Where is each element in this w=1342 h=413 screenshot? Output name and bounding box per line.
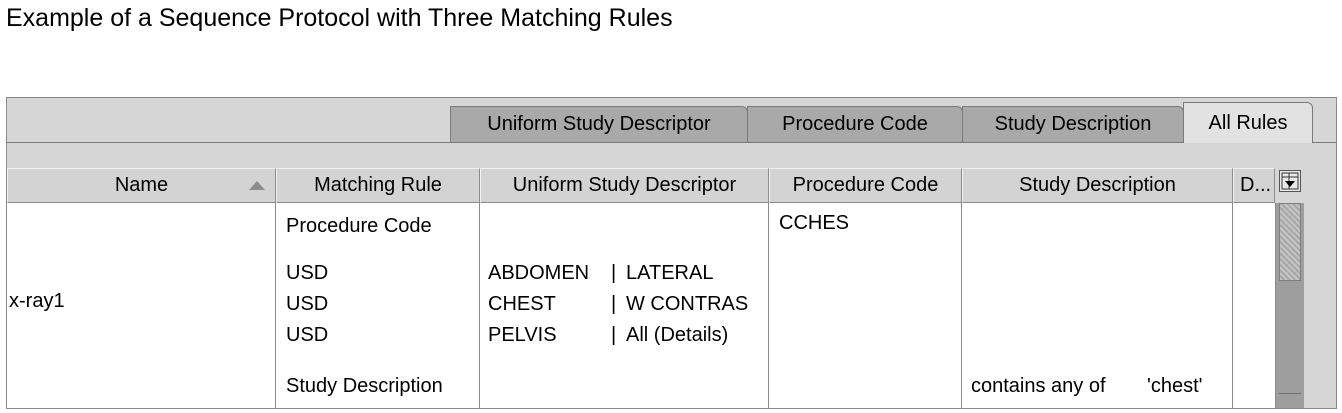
tab-label: All Rules bbox=[1208, 111, 1288, 134]
usd-body-part: PELVIS bbox=[488, 324, 557, 346]
column-header-label: Study Description bbox=[1019, 174, 1176, 196]
procedure-code-value: CCHES bbox=[779, 212, 850, 234]
column-header-matching-rule[interactable]: Matching Rule bbox=[276, 168, 480, 203]
column-header-name[interactable]: Name bbox=[7, 168, 276, 203]
tab-study-description[interactable]: Study Description bbox=[962, 106, 1184, 142]
rule-usd: USD bbox=[286, 324, 329, 346]
tab-strip: Uniform Study Descriptor Procedure Code … bbox=[7, 98, 1336, 148]
usd-body-part: ABDOMEN bbox=[488, 262, 590, 284]
caption: Example of a Sequence Protocol with Thre… bbox=[6, 4, 673, 32]
vertical-scrollbar[interactable] bbox=[1275, 203, 1304, 408]
column-header-study-description[interactable]: Study Description bbox=[962, 168, 1233, 203]
column-header-label: D... bbox=[1240, 174, 1272, 196]
column-chooser-icon[interactable] bbox=[1279, 170, 1301, 192]
column-header-procedure-code[interactable]: Procedure Code bbox=[769, 168, 962, 203]
table-header: Name Matching Rule Uniform Study Descrip… bbox=[7, 168, 1336, 203]
usd-separator: | bbox=[611, 293, 617, 315]
column-header-uniform-study-descriptor[interactable]: Uniform Study Descriptor bbox=[480, 168, 769, 203]
tab-label: Study Description bbox=[994, 113, 1152, 135]
column-header-label: Uniform Study Descriptor bbox=[512, 174, 737, 196]
column-header-d[interactable]: D... bbox=[1233, 168, 1275, 203]
tab-label: Procedure Code bbox=[782, 113, 928, 135]
tab-underline bbox=[7, 142, 1336, 143]
usd-view: LATERAL bbox=[626, 262, 714, 284]
usd-separator: | bbox=[611, 262, 617, 284]
rule-usd: USD bbox=[286, 262, 329, 284]
table-row[interactable]: x-ray1 Procedure Code USD USD USD Study … bbox=[7, 203, 1275, 408]
sort-ascending-icon bbox=[249, 181, 265, 190]
tab-label: Uniform Study Descriptor bbox=[487, 113, 711, 135]
usd-body-part: CHEST bbox=[488, 293, 556, 315]
rule-procedure-code: Procedure Code bbox=[286, 215, 432, 237]
scrollbar-thumb[interactable] bbox=[1279, 203, 1301, 281]
column-header-label: Matching Rule bbox=[314, 174, 442, 196]
scrollbar-track-line bbox=[1279, 393, 1301, 394]
usd-view: All (Details) bbox=[626, 324, 729, 346]
study-description-operator: contains any of bbox=[971, 375, 1106, 397]
rule-study-description: Study Description bbox=[286, 375, 443, 397]
tab-all-rules[interactable]: All Rules bbox=[1183, 102, 1313, 143]
row-name: x-ray1 bbox=[9, 290, 65, 312]
tab-uniform-study-descriptor[interactable]: Uniform Study Descriptor bbox=[450, 106, 748, 142]
table-body: x-ray1 Procedure Code USD USD USD Study … bbox=[7, 203, 1275, 408]
tab-procedure-code[interactable]: Procedure Code bbox=[747, 106, 963, 142]
usd-view: W CONTRAS bbox=[626, 293, 749, 315]
column-header-label: Name bbox=[114, 174, 169, 196]
column-header-label: Procedure Code bbox=[792, 174, 939, 196]
rule-usd: USD bbox=[286, 293, 329, 315]
usd-separator: | bbox=[611, 324, 617, 346]
protocol-panel: Uniform Study Descriptor Procedure Code … bbox=[6, 97, 1337, 409]
study-description-value: 'chest' bbox=[1147, 375, 1203, 397]
